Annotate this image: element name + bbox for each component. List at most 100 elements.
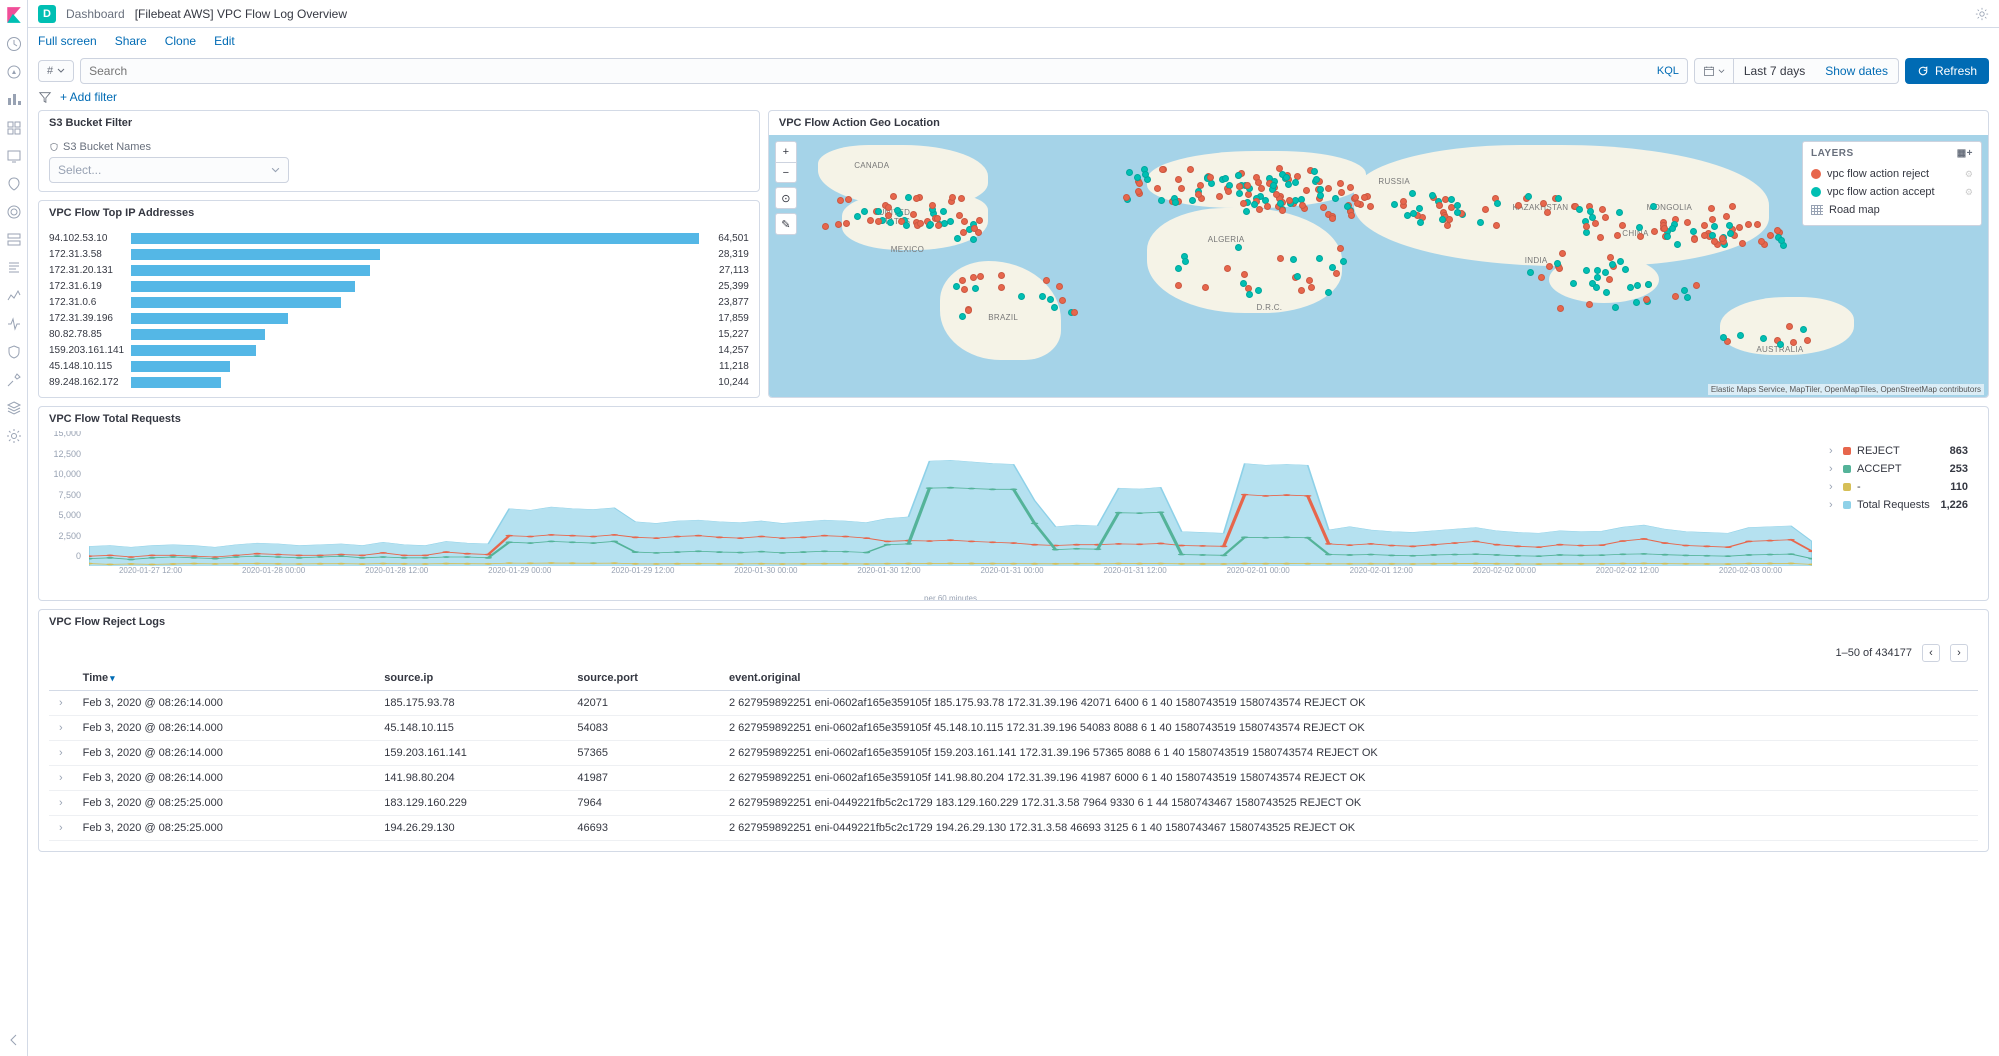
map-point[interactable]: [1739, 240, 1746, 247]
map-point[interactable]: [1800, 326, 1807, 333]
nav-management-icon[interactable]: [6, 428, 22, 444]
map-point[interactable]: [1607, 254, 1614, 261]
map-point[interactable]: [958, 195, 965, 202]
map-point[interactable]: [959, 313, 966, 320]
map-point[interactable]: [971, 225, 978, 232]
map-point[interactable]: [1693, 282, 1700, 289]
map-point[interactable]: [1189, 197, 1196, 204]
map-point[interactable]: [1059, 297, 1066, 304]
map-point[interactable]: [1736, 224, 1743, 231]
map-point[interactable]: [954, 235, 961, 242]
nav-logs-icon[interactable]: [6, 260, 22, 276]
map-point[interactable]: [1650, 203, 1657, 210]
map-point[interactable]: [941, 220, 948, 227]
map-point[interactable]: [1286, 197, 1293, 204]
next-page-button[interactable]: ›: [1950, 644, 1968, 662]
map-zoom-in-button[interactable]: +: [776, 142, 796, 162]
map-point[interactable]: [1645, 281, 1652, 288]
map-point[interactable]: [1018, 293, 1025, 300]
chart-legend-item[interactable]: ›ACCEPT253: [1829, 461, 1968, 477]
map-point[interactable]: [1557, 305, 1564, 312]
top-ip-row[interactable]: 80.82.78.85 15,227: [49, 327, 749, 341]
map-point[interactable]: [1594, 274, 1601, 281]
map-point[interactable]: [1515, 202, 1522, 209]
map-point[interactable]: [1290, 256, 1297, 263]
map-point[interactable]: [947, 218, 954, 225]
map-point[interactable]: [1222, 175, 1229, 182]
map-point[interactable]: [1493, 222, 1500, 229]
prev-page-button[interactable]: ‹: [1922, 644, 1940, 662]
map-point[interactable]: [953, 283, 960, 290]
map-point[interactable]: [1332, 195, 1339, 202]
map-point[interactable]: [1306, 277, 1313, 284]
map-point[interactable]: [1674, 241, 1681, 248]
map-point[interactable]: [998, 272, 1005, 279]
map-point[interactable]: [1255, 287, 1262, 294]
map-point[interactable]: [1540, 200, 1547, 207]
map-point[interactable]: [1614, 232, 1621, 239]
map-point[interactable]: [1684, 219, 1691, 226]
map-point[interactable]: [1292, 179, 1299, 186]
map-point[interactable]: [1606, 276, 1613, 283]
nav-apm-icon[interactable]: [6, 288, 22, 304]
map-fit-button[interactable]: ⊙: [776, 188, 796, 208]
map-point[interactable]: [1340, 258, 1347, 265]
map-point[interactable]: [998, 284, 1005, 291]
map-point[interactable]: [890, 193, 897, 200]
map-point[interactable]: [1597, 234, 1604, 241]
map-point[interactable]: [1325, 289, 1332, 296]
map-point[interactable]: [1559, 250, 1566, 257]
map-point[interactable]: [935, 222, 942, 229]
map-point[interactable]: [1294, 273, 1301, 280]
map-point[interactable]: [903, 222, 910, 229]
map-point[interactable]: [1175, 265, 1182, 272]
map-point[interactable]: [1316, 255, 1323, 262]
map-point[interactable]: [976, 217, 983, 224]
map-point[interactable]: [1593, 284, 1600, 291]
map-point[interactable]: [1409, 190, 1416, 197]
map-point[interactable]: [1777, 341, 1784, 348]
map-point[interactable]: [1246, 291, 1253, 298]
map-point[interactable]: [1555, 195, 1562, 202]
map-point[interactable]: [1175, 176, 1182, 183]
map-point[interactable]: [1494, 200, 1501, 207]
map-point[interactable]: [1126, 169, 1133, 176]
settings-icon[interactable]: [1975, 7, 1989, 21]
map-point[interactable]: [972, 285, 979, 292]
map-point[interactable]: [1664, 233, 1671, 240]
map-point[interactable]: [1527, 269, 1534, 276]
map-point[interactable]: [1616, 209, 1623, 216]
expand-row-button[interactable]: ›: [49, 791, 73, 816]
map-point[interactable]: [1142, 171, 1149, 178]
map-point[interactable]: [1737, 332, 1744, 339]
map-point[interactable]: [1236, 190, 1243, 197]
map-point[interactable]: [1303, 187, 1310, 194]
top-ip-row[interactable]: 172.31.6.19 25,399: [49, 279, 749, 293]
map-point[interactable]: [1317, 192, 1324, 199]
map-point[interactable]: [1047, 296, 1054, 303]
search-input[interactable]: [89, 64, 1651, 78]
map-point[interactable]: [1633, 299, 1640, 306]
map-point[interactable]: [1723, 213, 1730, 220]
map-point[interactable]: [1311, 168, 1318, 175]
column-source-port[interactable]: source.port: [567, 666, 719, 691]
map-point[interactable]: [1767, 232, 1774, 239]
map-point[interactable]: [960, 229, 967, 236]
map-point[interactable]: [1684, 294, 1691, 301]
refresh-button[interactable]: Refresh: [1905, 58, 1989, 84]
map-point[interactable]: [1454, 202, 1461, 209]
map-point[interactable]: [1367, 203, 1374, 210]
map-point[interactable]: [885, 204, 892, 211]
map-point[interactable]: [929, 202, 936, 209]
top-ip-row[interactable]: 172.31.39.196 17,859: [49, 311, 749, 325]
map-point[interactable]: [845, 196, 852, 203]
map-point[interactable]: [1235, 244, 1242, 251]
bucket-select[interactable]: Select...: [49, 157, 289, 183]
date-range-label[interactable]: Last 7 days: [1734, 64, 1815, 78]
full-screen-link[interactable]: Full screen: [38, 34, 97, 48]
edit-link[interactable]: Edit: [214, 34, 235, 48]
map-point[interactable]: [1790, 339, 1797, 346]
map-point[interactable]: [1277, 255, 1284, 262]
map-point[interactable]: [1039, 293, 1046, 300]
map-point[interactable]: [1347, 184, 1354, 191]
